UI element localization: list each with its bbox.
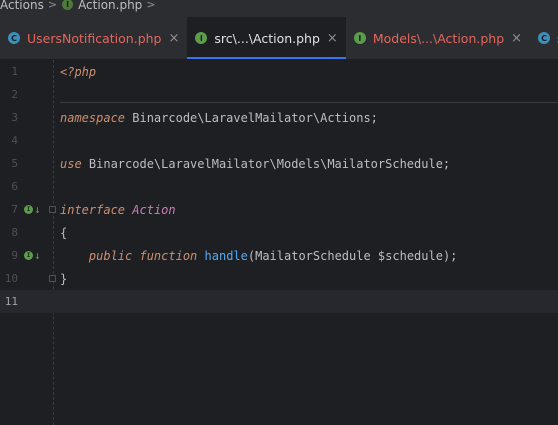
line-number: 5 (11, 157, 18, 170)
code-text: { (60, 226, 67, 240)
code-line[interactable]: 10} (0, 267, 558, 290)
line-number: 11 (4, 295, 18, 308)
tab-label: UsersNotification.php (27, 30, 162, 46)
code-token: Action (132, 202, 176, 217)
fold-marker-icon[interactable] (49, 275, 56, 282)
code-token: Binarcode\LaravelMailator\Actions; (125, 110, 378, 125)
editor-tab[interactable]: Isrc\...\Action.php × (187, 17, 347, 59)
line-number: 1 (11, 65, 18, 78)
code-token: } (60, 271, 68, 286)
code-text: public function handle(MailatorSchedule … (60, 248, 458, 263)
line-number: 7 (11, 203, 18, 216)
line-number: 8 (11, 226, 18, 239)
code-line[interactable]: 9 I ↓ public function handle(MailatorSched… (0, 244, 558, 267)
breadcrumb-item-actions[interactable]: Actions (0, 0, 44, 12)
line-number: 3 (11, 111, 18, 124)
code-text: namespace Binarcode\LaravelMailator\Acti… (60, 111, 378, 125)
editor-tab[interactable]: Csrc\...\Mail (530, 17, 558, 59)
code-line[interactable]: 1 <?php (0, 60, 558, 83)
code-line[interactable]: 3 namespace Binarcode\LaravelMailator\Act… (0, 106, 558, 129)
code-token: (MailatorSchedule $schedule); (247, 248, 458, 263)
editor-tab[interactable]: C UsersNotification.php × (0, 17, 187, 59)
ide-window: Actions > I Action.php > C UsersNotificat… (0, 0, 558, 425)
code-editor[interactable]: 1 <?php 2 3 namespace Binarcode\LaravelMaila… (0, 60, 558, 425)
code-token: { (60, 225, 68, 240)
breadcrumb-item-action-php[interactable]: I Action.php (62, 0, 142, 12)
breadcrumb-label: Actions (0, 0, 44, 12)
code-line[interactable]: 5 use Binarcode\LaravelMailator\Models\Ma… (0, 152, 558, 175)
code-token: interface (60, 202, 126, 217)
code-token: public (60, 248, 133, 263)
interface-icon: I (62, 0, 74, 10)
code-token: function (139, 248, 198, 263)
implemented-icon[interactable]: I ↓ (24, 203, 41, 216)
class-icon: C (8, 32, 20, 44)
code-line[interactable]: 8{ (0, 221, 558, 244)
line-number: 6 (11, 180, 18, 193)
code-line[interactable]: 6 (0, 175, 558, 198)
implemented-icon[interactable]: I ↓ (24, 249, 41, 262)
code-line[interactable]: 11 (0, 290, 558, 313)
close-icon[interactable]: × (169, 31, 180, 46)
close-icon[interactable]: × (327, 31, 338, 46)
tab-label: src\...\Action.php (214, 30, 320, 46)
editor-tab[interactable]: I Models\...\Action.php × (346, 17, 530, 59)
breadcrumb: Actions > I Action.php > (0, 0, 558, 17)
code-line[interactable]: 7 I ↓ interface Action (0, 198, 558, 221)
code-token: namespace (60, 110, 126, 125)
code-text: use Binarcode\LaravelMailator\Models\Mai… (60, 157, 450, 171)
interface-icon: I (195, 32, 208, 44)
line-number: 2 (11, 88, 18, 101)
code-text: } (60, 272, 67, 286)
interface-icon: I (353, 32, 366, 44)
line-number: 4 (11, 134, 18, 147)
breadcrumb-separator: > (47, 0, 58, 11)
code-token: use (60, 156, 82, 171)
code-token: handle (204, 248, 248, 263)
fold-marker-icon[interactable] (49, 206, 56, 213)
code-text: <?php (60, 65, 96, 79)
class-icon: C (538, 32, 551, 44)
breadcrumb-label: Action.php (78, 0, 143, 12)
editor-tab-bar: C UsersNotification.php × Isrc\...\Action.p… (0, 17, 558, 60)
line-number: 10 (4, 272, 18, 285)
code-text: interface Action (60, 203, 176, 217)
line-number: 9 (11, 249, 18, 262)
code-line[interactable]: 4 (0, 129, 558, 152)
breadcrumb-separator: > (146, 0, 156, 11)
code-token: Binarcode\LaravelMailator\Models\Mailato… (81, 156, 451, 171)
code-token: <?php (60, 64, 97, 79)
tab-label: Models\...\Action.php (372, 30, 505, 46)
close-icon[interactable]: × (511, 31, 522, 46)
code-line[interactable]: 2 (0, 83, 558, 106)
